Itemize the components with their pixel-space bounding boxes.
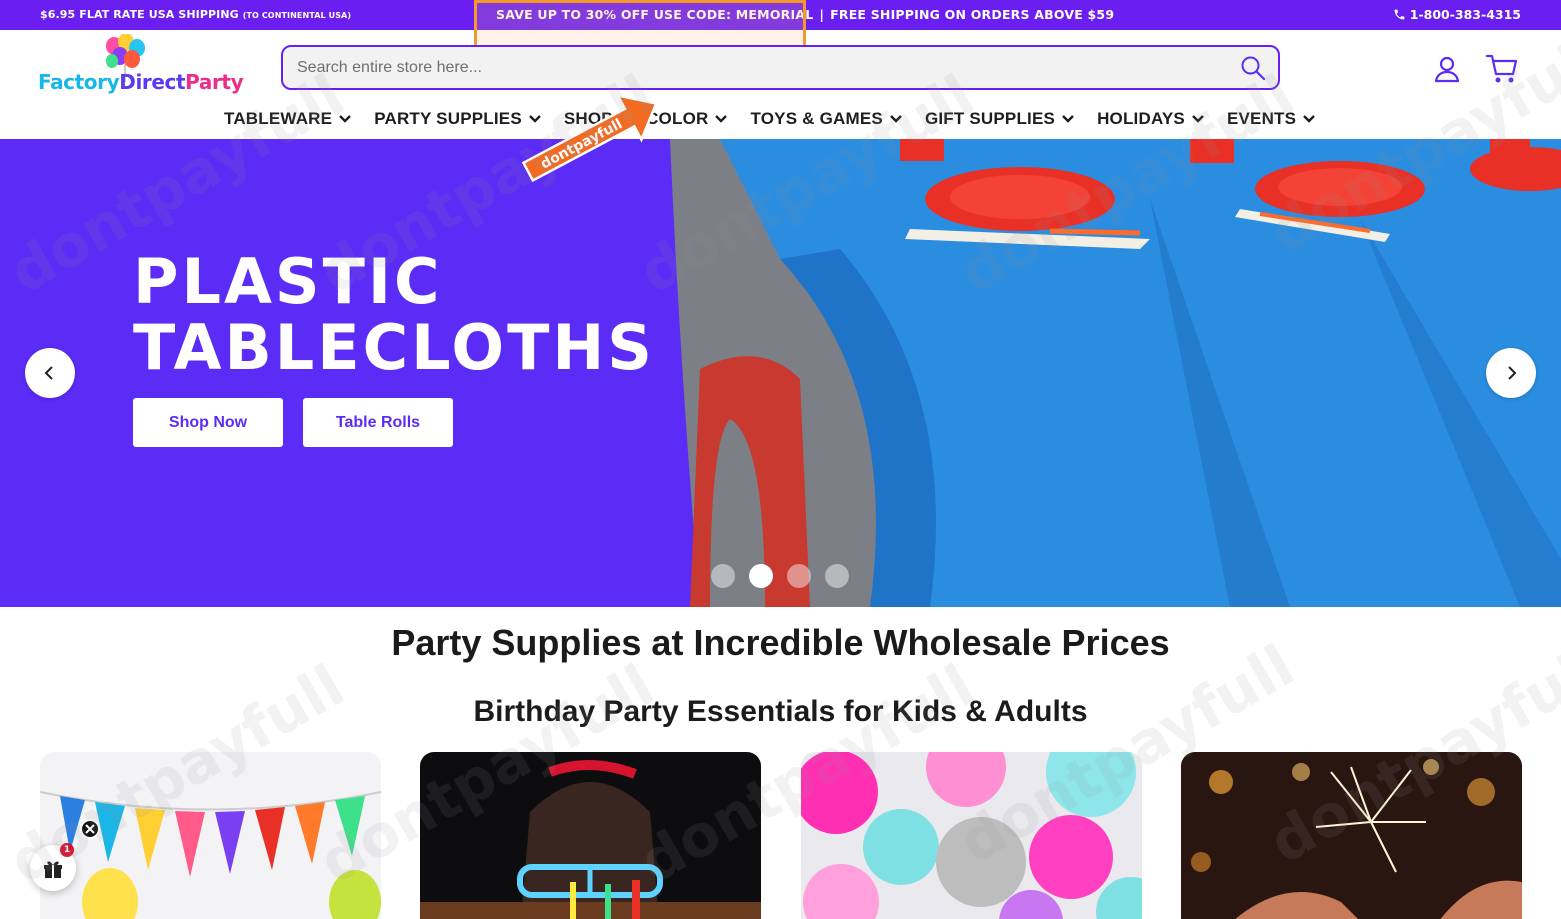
hero-title: PLASTIC TABLECLOTHS xyxy=(133,249,655,381)
promo-separator: | xyxy=(819,7,825,22)
hero-tablecloth-image xyxy=(670,139,1561,607)
gift-rewards-button[interactable]: 1 xyxy=(30,843,76,891)
carousel-dots xyxy=(711,564,849,588)
chevron-down-icon xyxy=(890,115,902,123)
nav-item-label: TABLEWARE xyxy=(224,109,333,128)
chevron-down-icon xyxy=(339,115,352,123)
search-icon[interactable] xyxy=(1240,55,1266,81)
site-logo[interactable]: FactoryDirectParty xyxy=(38,34,244,98)
category-card-honeycomb-balls[interactable] xyxy=(801,752,1142,919)
shop-now-button[interactable]: Shop Now xyxy=(133,398,283,447)
shipping-main-text: $6.95 FLAT RATE USA SHIPPING xyxy=(40,8,239,21)
main-nav: TABLEWARE PARTY SUPPLIES SHOP BY COLOR T… xyxy=(224,106,1316,132)
phone-number: 1-800-383-4315 xyxy=(1409,7,1521,22)
chevron-left-icon xyxy=(44,366,53,380)
search-input[interactable] xyxy=(297,56,1217,80)
category-card-glow-party[interactable] xyxy=(420,752,761,919)
carousel-dot[interactable] xyxy=(825,564,849,588)
chevron-down-icon xyxy=(715,115,728,123)
page-heading: Party Supplies at Incredible Wholesale P… xyxy=(391,622,1170,663)
shipping-note-text: (TO CONTINENTAL USA) xyxy=(242,11,352,20)
table-rolls-button[interactable]: Table Rolls xyxy=(303,398,453,447)
badge-text: dontpayfull xyxy=(538,116,625,172)
logo-wordmark: FactoryDirectParty xyxy=(38,70,244,94)
section-heading: Birthday Party Essentials for Kids & Adu… xyxy=(473,695,1088,728)
nav-item-label: HOLIDAYS xyxy=(1097,109,1185,128)
shipping-notice: $6.95 FLAT RATE USA SHIPPING (TO CONTINE… xyxy=(40,8,351,21)
dontpayfull-arrow-badge: dontpayfull xyxy=(521,93,658,182)
chevron-right-icon xyxy=(1508,366,1517,380)
logo-word-direct: Direct xyxy=(119,70,186,94)
logo-word-party: Party xyxy=(185,70,244,94)
glow-glasses-image xyxy=(420,752,761,919)
nav-item-holidays[interactable]: HOLIDAYS xyxy=(1097,106,1205,132)
carousel-next-button[interactable] xyxy=(1486,348,1536,398)
search-bar xyxy=(281,45,1280,90)
cart-icon[interactable] xyxy=(1485,52,1519,86)
nav-item-toys-games[interactable]: TOYS & GAMES xyxy=(750,106,902,132)
gift-icon xyxy=(44,861,62,878)
nav-item-label: GIFT SUPPLIES xyxy=(924,109,1056,128)
gift-close-button[interactable] xyxy=(80,819,100,839)
carousel-dot-active[interactable] xyxy=(749,564,773,588)
phone-link[interactable]: 1-800-383-4315 xyxy=(1393,7,1521,22)
phone-icon xyxy=(1394,9,1405,20)
hero-banner: PLASTIC TABLECLOTHS Shop Now Table Rolls xyxy=(0,139,1561,607)
hero-title-line1: PLASTIC xyxy=(133,245,443,318)
close-icon xyxy=(85,824,95,834)
chevron-down-icon xyxy=(1192,115,1204,123)
carousel-prev-button[interactable] xyxy=(25,348,75,398)
nav-item-label: EVENTS xyxy=(1226,109,1297,128)
nav-item-label: TOYS & GAMES xyxy=(750,109,883,128)
nav-item-tableware[interactable]: TABLEWARE xyxy=(224,106,352,132)
logo-word-factory: Factory xyxy=(38,70,120,94)
gift-count-badge: 1 xyxy=(60,843,74,857)
sparklers-image xyxy=(1181,752,1522,919)
honeycomb-balls-image xyxy=(801,752,1142,919)
account-icon[interactable] xyxy=(1432,54,1462,84)
nav-item-events[interactable]: EVENTS xyxy=(1227,106,1316,132)
carousel-dot[interactable] xyxy=(711,564,735,588)
hero-title-line2: TABLECLOTHS xyxy=(133,311,655,384)
nav-item-gift-supplies[interactable]: GIFT SUPPLIES xyxy=(925,106,1075,132)
carousel-dot[interactable] xyxy=(787,564,811,588)
free-shipping-text: FREE SHIPPING ON ORDERS ABOVE $59 xyxy=(830,7,1115,22)
chevron-down-icon xyxy=(1062,115,1074,123)
category-card-sparklers[interactable] xyxy=(1181,752,1522,919)
nav-item-label: PARTY SUPPLIES xyxy=(374,109,522,128)
chevron-down-icon xyxy=(1303,115,1316,123)
